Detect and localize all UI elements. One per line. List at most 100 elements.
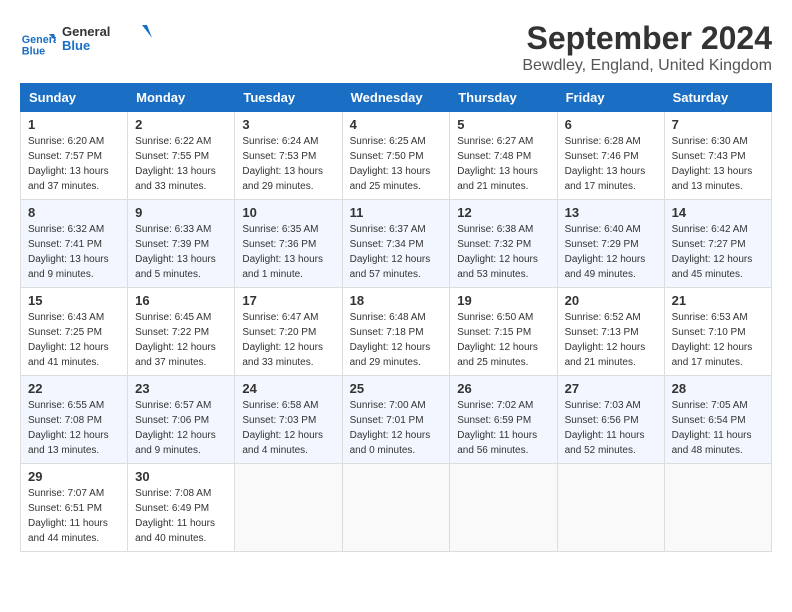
table-row: [342, 464, 450, 552]
table-row: 13 Sunrise: 6:40 AM Sunset: 7:29 PM Dayl…: [557, 200, 664, 288]
table-row: 25 Sunrise: 7:00 AM Sunset: 7:01 PM Dayl…: [342, 376, 450, 464]
day-number: 25: [350, 381, 443, 396]
table-row: 18 Sunrise: 6:48 AM Sunset: 7:18 PM Dayl…: [342, 288, 450, 376]
table-row: 23 Sunrise: 6:57 AM Sunset: 7:06 PM Dayl…: [128, 376, 235, 464]
day-number: 24: [242, 381, 334, 396]
day-number: 7: [672, 117, 764, 132]
day-number: 10: [242, 205, 334, 220]
day-info: Sunrise: 6:37 AM Sunset: 7:34 PM Dayligh…: [350, 222, 443, 282]
table-row: 15 Sunrise: 6:43 AM Sunset: 7:25 PM Dayl…: [21, 288, 128, 376]
day-info: Sunrise: 6:43 AM Sunset: 7:25 PM Dayligh…: [28, 310, 120, 370]
table-row: 19 Sunrise: 6:50 AM Sunset: 7:15 PM Dayl…: [450, 288, 557, 376]
table-row: 14 Sunrise: 6:42 AM Sunset: 7:27 PM Dayl…: [664, 200, 771, 288]
table-row: 26 Sunrise: 7:02 AM Sunset: 6:59 PM Dayl…: [450, 376, 557, 464]
page-header: General Blue General Blue September 2024…: [20, 20, 772, 75]
day-number: 27: [565, 381, 657, 396]
day-number: 20: [565, 293, 657, 308]
table-row: 24 Sunrise: 6:58 AM Sunset: 7:03 PM Dayl…: [235, 376, 342, 464]
table-row: 16 Sunrise: 6:45 AM Sunset: 7:22 PM Dayl…: [128, 288, 235, 376]
table-row: 1 Sunrise: 6:20 AM Sunset: 7:57 PM Dayli…: [21, 112, 128, 200]
table-row: [450, 464, 557, 552]
day-info: Sunrise: 6:45 AM Sunset: 7:22 PM Dayligh…: [135, 310, 227, 370]
svg-text:Blue: Blue: [22, 45, 45, 57]
day-info: Sunrise: 6:55 AM Sunset: 7:08 PM Dayligh…: [28, 398, 120, 458]
day-info: Sunrise: 7:02 AM Sunset: 6:59 PM Dayligh…: [457, 398, 549, 458]
day-info: Sunrise: 6:58 AM Sunset: 7:03 PM Dayligh…: [242, 398, 334, 458]
day-number: 17: [242, 293, 334, 308]
table-row: 12 Sunrise: 6:38 AM Sunset: 7:32 PM Dayl…: [450, 200, 557, 288]
day-info: Sunrise: 6:47 AM Sunset: 7:20 PM Dayligh…: [242, 310, 334, 370]
calendar-table: Sunday Monday Tuesday Wednesday Thursday…: [20, 83, 772, 552]
table-row: 28 Sunrise: 7:05 AM Sunset: 6:54 PM Dayl…: [664, 376, 771, 464]
table-row: 22 Sunrise: 6:55 AM Sunset: 7:08 PM Dayl…: [21, 376, 128, 464]
week-row-2: 8 Sunrise: 6:32 AM Sunset: 7:41 PM Dayli…: [21, 200, 772, 288]
day-info: Sunrise: 6:28 AM Sunset: 7:46 PM Dayligh…: [565, 134, 657, 194]
col-monday: Monday: [128, 84, 235, 112]
week-row-3: 15 Sunrise: 6:43 AM Sunset: 7:25 PM Dayl…: [21, 288, 772, 376]
day-number: 12: [457, 205, 549, 220]
table-row: 27 Sunrise: 7:03 AM Sunset: 6:56 PM Dayl…: [557, 376, 664, 464]
day-info: Sunrise: 7:07 AM Sunset: 6:51 PM Dayligh…: [28, 486, 120, 546]
day-info: Sunrise: 7:03 AM Sunset: 6:56 PM Dayligh…: [565, 398, 657, 458]
day-number: 19: [457, 293, 549, 308]
col-tuesday: Tuesday: [235, 84, 342, 112]
day-number: 26: [457, 381, 549, 396]
day-number: 13: [565, 205, 657, 220]
day-info: Sunrise: 6:32 AM Sunset: 7:41 PM Dayligh…: [28, 222, 120, 282]
day-number: 28: [672, 381, 764, 396]
day-info: Sunrise: 7:00 AM Sunset: 7:01 PM Dayligh…: [350, 398, 443, 458]
day-number: 21: [672, 293, 764, 308]
calendar-header-row: Sunday Monday Tuesday Wednesday Thursday…: [21, 84, 772, 112]
table-row: [664, 464, 771, 552]
day-number: 3: [242, 117, 334, 132]
table-row: 21 Sunrise: 6:53 AM Sunset: 7:10 PM Dayl…: [664, 288, 771, 376]
day-number: 29: [28, 469, 120, 484]
day-info: Sunrise: 6:35 AM Sunset: 7:36 PM Dayligh…: [242, 222, 334, 282]
day-info: Sunrise: 7:08 AM Sunset: 6:49 PM Dayligh…: [135, 486, 227, 546]
day-info: Sunrise: 6:24 AM Sunset: 7:53 PM Dayligh…: [242, 134, 334, 194]
svg-text:Blue: Blue: [62, 38, 90, 53]
col-thursday: Thursday: [450, 84, 557, 112]
table-row: 4 Sunrise: 6:25 AM Sunset: 7:50 PM Dayli…: [342, 112, 450, 200]
day-info: Sunrise: 7:05 AM Sunset: 6:54 PM Dayligh…: [672, 398, 764, 458]
day-info: Sunrise: 6:20 AM Sunset: 7:57 PM Dayligh…: [28, 134, 120, 194]
table-row: 3 Sunrise: 6:24 AM Sunset: 7:53 PM Dayli…: [235, 112, 342, 200]
day-number: 14: [672, 205, 764, 220]
day-number: 22: [28, 381, 120, 396]
table-row: 29 Sunrise: 7:07 AM Sunset: 6:51 PM Dayl…: [21, 464, 128, 552]
page-subtitle: Bewdley, England, United Kingdom: [522, 57, 772, 75]
day-number: 2: [135, 117, 227, 132]
table-row: [557, 464, 664, 552]
col-friday: Friday: [557, 84, 664, 112]
day-number: 18: [350, 293, 443, 308]
table-row: 30 Sunrise: 7:08 AM Sunset: 6:49 PM Dayl…: [128, 464, 235, 552]
day-info: Sunrise: 6:53 AM Sunset: 7:10 PM Dayligh…: [672, 310, 764, 370]
table-row: 10 Sunrise: 6:35 AM Sunset: 7:36 PM Dayl…: [235, 200, 342, 288]
table-row: 11 Sunrise: 6:37 AM Sunset: 7:34 PM Dayl…: [342, 200, 450, 288]
day-number: 8: [28, 205, 120, 220]
logo-svg: General Blue: [62, 20, 152, 60]
day-number: 9: [135, 205, 227, 220]
col-saturday: Saturday: [664, 84, 771, 112]
week-row-1: 1 Sunrise: 6:20 AM Sunset: 7:57 PM Dayli…: [21, 112, 772, 200]
day-number: 23: [135, 381, 227, 396]
svg-text:General: General: [62, 24, 110, 39]
day-info: Sunrise: 6:33 AM Sunset: 7:39 PM Dayligh…: [135, 222, 227, 282]
day-info: Sunrise: 6:52 AM Sunset: 7:13 PM Dayligh…: [565, 310, 657, 370]
table-row: 9 Sunrise: 6:33 AM Sunset: 7:39 PM Dayli…: [128, 200, 235, 288]
col-sunday: Sunday: [21, 84, 128, 112]
table-row: 2 Sunrise: 6:22 AM Sunset: 7:55 PM Dayli…: [128, 112, 235, 200]
day-info: Sunrise: 6:48 AM Sunset: 7:18 PM Dayligh…: [350, 310, 443, 370]
table-row: [235, 464, 342, 552]
week-row-4: 22 Sunrise: 6:55 AM Sunset: 7:08 PM Dayl…: [21, 376, 772, 464]
day-number: 5: [457, 117, 549, 132]
logo: General Blue General Blue: [20, 20, 152, 65]
day-number: 16: [135, 293, 227, 308]
logo-icon: General Blue: [20, 25, 56, 61]
day-info: Sunrise: 6:50 AM Sunset: 7:15 PM Dayligh…: [457, 310, 549, 370]
title-block: September 2024 Bewdley, England, United …: [522, 20, 772, 75]
day-number: 1: [28, 117, 120, 132]
day-number: 6: [565, 117, 657, 132]
table-row: 5 Sunrise: 6:27 AM Sunset: 7:48 PM Dayli…: [450, 112, 557, 200]
day-info: Sunrise: 6:27 AM Sunset: 7:48 PM Dayligh…: [457, 134, 549, 194]
